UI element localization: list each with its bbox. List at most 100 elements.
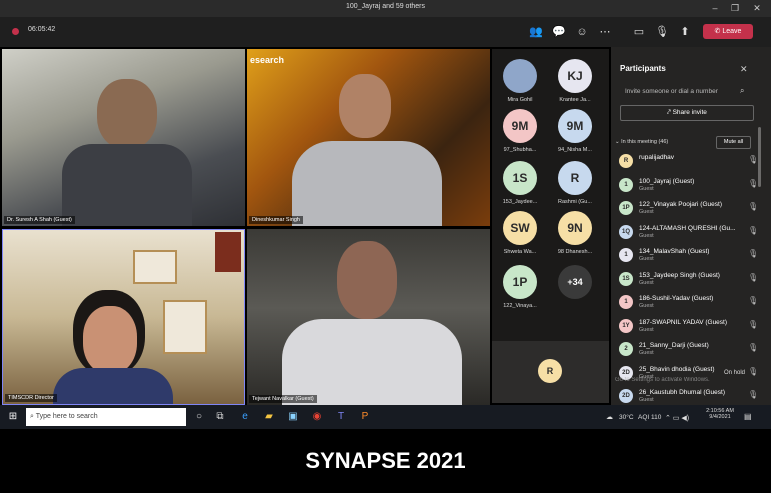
maximize-icon[interactable]: ❐ [728, 2, 742, 15]
participant-row[interactable]: 1 186-Sushil-Yadav (Guest) Guest 🎙 [619, 292, 769, 315]
participant-row[interactable]: 1S 153_Jaydeep Singh (Guest) Guest 🎙 [619, 269, 769, 292]
minimize-icon[interactable]: – [708, 2, 722, 15]
mic-muted-icon[interactable]: 🎙 [748, 273, 758, 282]
tray-icons[interactable]: ⌃ ▭ ◀) [665, 414, 689, 422]
powerpoint-icon[interactable]: P [358, 410, 372, 424]
mic-muted-icon[interactable]: 🎙 [748, 249, 758, 258]
close-panel-icon[interactable]: ✕ [740, 64, 748, 75]
participant-avatar: 2 [619, 342, 633, 356]
participant-row[interactable]: Rrupalijadhav 🎙 [619, 151, 769, 174]
participant-role: Guest [639, 350, 654, 356]
mic-muted-icon[interactable]: 🎙 [748, 343, 758, 352]
participant-name: 21_Sanny_Darji (Guest) [639, 342, 709, 349]
participant-role: Guest [639, 185, 654, 192]
participant-label: 153_Jaydee... [502, 199, 538, 205]
store-icon[interactable]: ▣ [286, 410, 300, 424]
mic-muted-icon[interactable]: 🎙 [748, 390, 758, 399]
share-screen-icon[interactable]: ⬆ [678, 25, 692, 39]
notifications-icon[interactable]: ▤ [744, 412, 752, 421]
gallery-tile[interactable]: +34 [553, 265, 597, 303]
search-icon: ⌕ [30, 413, 34, 420]
weather-icon[interactable]: ☁ [606, 413, 613, 421]
participant-row[interactable]: 1Q 124-ALTAMASH QURESHI (Gu... Guest 🎙 [619, 222, 769, 245]
gallery-tile[interactable]: Mira Gohil [498, 59, 542, 103]
participant-avatar: KJ [558, 59, 592, 93]
video-tile-4[interactable]: Tejwant Navalkar (Guest) [247, 229, 490, 405]
participant-row[interactable]: 1P 122_Vinayak Poojari (Guest) Guest 🎙 [619, 198, 769, 221]
mute-all-button[interactable]: Mute all [716, 136, 751, 149]
participant-name: 124-ALTAMASH QURESHI (Gu... [639, 224, 736, 232]
participant-avatar: R [619, 154, 633, 168]
participant-name: 134_MalavShah (Guest) [639, 248, 710, 255]
person-body [282, 319, 462, 405]
close-icon[interactable]: ✕ [750, 2, 764, 15]
gallery-tile[interactable]: 1P 122_Vinaya... [498, 265, 542, 309]
participant-row[interactable]: 2 21_Sanny_Darji (Guest) Guest 🎙 [619, 339, 769, 362]
more-actions-icon[interactable]: ⋯ [598, 25, 612, 39]
participant-row[interactable]: 1 100_Jayraj (Guest) Guest 🎙 [619, 175, 769, 198]
mic-muted-icon[interactable]: 🎙 [748, 226, 758, 235]
camera-off-icon[interactable]: ▭ [632, 25, 646, 39]
teams-icon[interactable]: T [334, 410, 348, 424]
participant-name: 122_Vinayak Poojari (Guest) [639, 201, 722, 208]
participant-name: 100_Jayraj (Guest) [639, 177, 695, 185]
in-meeting-label: In this meeting (46) [621, 139, 669, 145]
share-invite-button[interactable]: ⤤ Share invite [620, 105, 754, 121]
in-meeting-header[interactable]: ⌄ In this meeting (46) [615, 139, 668, 145]
participant-row[interactable]: 1Y 187-SWAPNIL YADAV (Guest) Guest 🎙 [619, 316, 769, 339]
video-tile-3[interactable]: TIMSCDR Director [2, 229, 245, 405]
mic-muted-icon[interactable]: 🎙 [748, 155, 758, 164]
gallery-tile[interactable]: 9M 94_Nisha M... [553, 109, 597, 153]
participant-role: Guest [639, 303, 654, 309]
reactions-icon[interactable]: ☺ [575, 25, 589, 39]
mic-muted-icon[interactable]: 🎙 [748, 367, 758, 376]
participant-role: Guest [639, 279, 654, 286]
participant-avatar: 9M [503, 109, 537, 143]
tile-name-label: Tejwant Navalkar (Guest) [249, 395, 317, 403]
meeting-timer: 06:05:42 [28, 26, 56, 33]
gallery-tile[interactable]: 9N 98 Dhanesh... [553, 211, 597, 255]
video-tile-1[interactable]: Dr. Suresh A Shah (Guest) [2, 49, 245, 226]
mic-muted-icon[interactable]: 🎙 [748, 202, 758, 211]
gallery-tile[interactable]: R Rashmi (Gu... [553, 161, 597, 205]
chrome-icon[interactable]: ◉ [310, 410, 324, 424]
gallery-tile[interactable]: SW Shweta Wa... [498, 211, 542, 255]
participant-name: 26_Kaustubh Dhumal (Guest) [639, 389, 725, 396]
task-view-icon[interactable]: ⧉ [213, 410, 227, 424]
file-explorer-icon[interactable]: ▰ [262, 410, 276, 424]
leave-button[interactable]: ✆ Leave [703, 24, 753, 39]
person-face [339, 74, 391, 138]
on-hold-label: On hold [724, 370, 746, 376]
mic-muted-icon[interactable]: 🎙 [748, 296, 758, 305]
participants-icon[interactable]: 👥 [529, 25, 543, 39]
mic-off-icon[interactable]: 🎙 [655, 25, 669, 39]
chat-icon[interactable]: 💬 [552, 25, 566, 39]
participant-avatar: R [558, 161, 592, 195]
invite-input[interactable]: Invite someone or dial a number [625, 88, 718, 95]
video-tile-2[interactable]: esearch Dineshkumar Singh [247, 49, 490, 226]
mic-muted-icon[interactable]: 🎙 [748, 179, 758, 188]
activate-windows-text: Go to Settings to activate Windows. [615, 377, 710, 383]
search-placeholder: Type here to search [35, 413, 98, 420]
mic-muted-icon[interactable]: 🎙 [748, 320, 758, 329]
panel-title: Participants [620, 64, 666, 73]
clock[interactable]: 2:10:56 AM 9/4/2021 [703, 408, 737, 420]
gallery-tile[interactable]: 9M 97_Shubha... [498, 109, 542, 153]
participant-avatar: 9N [558, 211, 592, 245]
participant-name: rupalijadhav [639, 154, 675, 161]
participant-name: 153_Jaydeep Singh (Guest) [639, 271, 720, 279]
taskbar-search[interactable]: ⌕ Type here to search [26, 408, 186, 426]
person-face [97, 79, 157, 149]
share-invite-label: Share invite [672, 109, 707, 116]
gallery-tile[interactable]: KJ Krantee Ja... [553, 59, 597, 103]
search-icon[interactable]: ⌕ [740, 86, 744, 96]
cortana-icon[interactable]: ○ [192, 410, 206, 424]
gallery-tile[interactable]: 1S 153_Jaydee... [498, 161, 542, 205]
edge-icon[interactable]: e [238, 410, 252, 424]
event-caption: SYNAPSE 2021 [0, 429, 771, 480]
windows-start-icon[interactable]: ⊞ [6, 410, 20, 424]
participant-row[interactable]: 1 134_MalavShah (Guest) Guest 🎙 [619, 245, 769, 268]
self-view-tile[interactable]: R [492, 341, 609, 403]
gallery-panel: Mira Gohil KJ Krantee Ja... 9M 97_Shubha... 9… [492, 49, 609, 403]
panel-scrollbar[interactable] [758, 127, 761, 187]
